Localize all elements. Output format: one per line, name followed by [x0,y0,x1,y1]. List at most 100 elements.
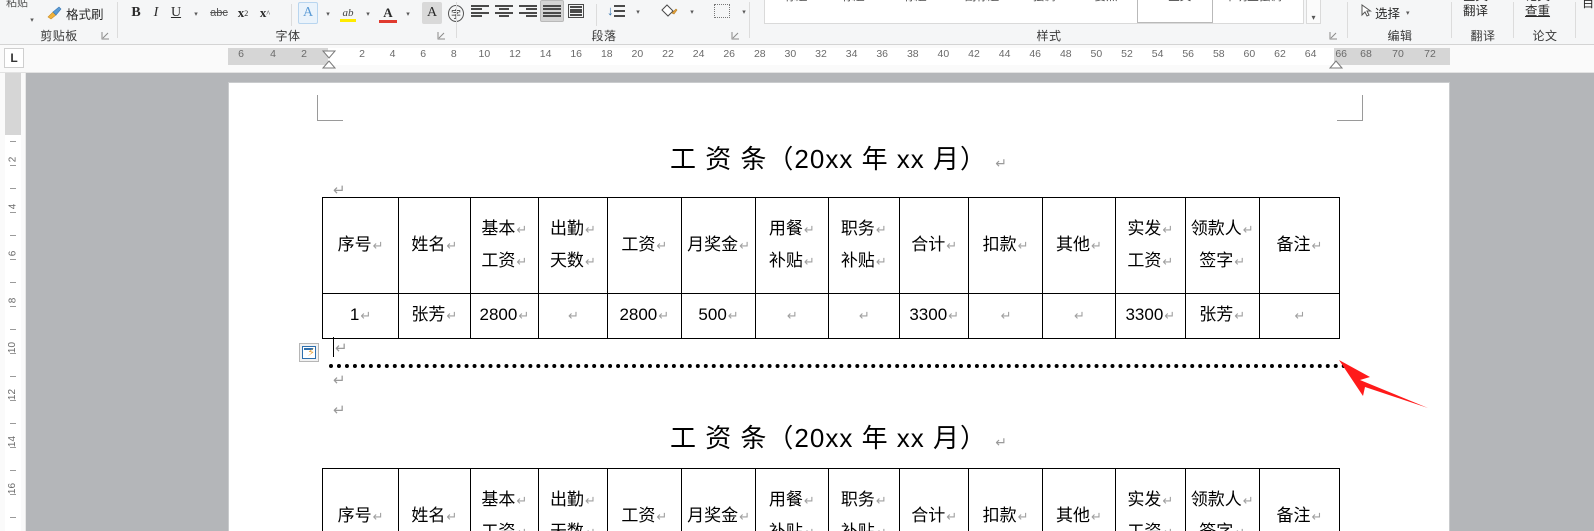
underline-dropdown-caret[interactable]: ▾ [186,2,206,24]
header-cell-8[interactable]: 合计↵ [898,197,970,294]
document-canvas[interactable]: 工 资 条（20xx 年 xx 月） ↵ ↵ 序号↵ 姓名↵ 基本↵ 工资↵ 出勤↵ 天数… [26,73,1594,531]
format-painter-button[interactable]: 格式刷 [44,2,107,24]
header-cell-13[interactable]: 备注↵ [1258,197,1341,294]
cell-mark: ↵ [739,509,751,525]
line-spacing-button[interactable]: ↓ [604,0,628,22]
align-right-button[interactable] [516,0,540,22]
highlight-dropdown-caret[interactable]: ▾ [358,2,378,24]
data-cell-0-8[interactable]: 3300↵ [898,293,970,339]
header-cell-5[interactable]: 月奖金↵ [680,468,757,531]
header-cell-5[interactable]: 月奖金↵ [680,197,757,294]
select-button[interactable]: 选择 ▾ [1358,1,1416,23]
data-cell-0-7[interactable]: ↵ [827,293,900,339]
hanging-indent-marker[interactable] [321,58,337,72]
right-indent-marker[interactable] [1328,58,1344,72]
header-cell-6[interactable]: 用餐↵ 补贴↵ [755,468,829,531]
plagiarism-check-button[interactable]: 论文 查重 [1522,0,1553,19]
highlight-color-button[interactable]: ab [338,2,358,24]
font-color-button[interactable]: A [378,2,398,24]
cell-line: 张芳↵ [411,305,458,324]
align-left-button[interactable] [468,0,492,22]
style-item-7[interactable]: 不明显强调 [1213,0,1293,23]
baidu-button[interactable]: 百 [1578,0,1594,14]
clear-formatting-button[interactable]: A [422,2,442,24]
paragraph-dialog-launcher[interactable] [730,31,740,41]
header-cell-0[interactable]: 序号↵ [321,468,400,531]
data-cell-0-6[interactable]: ↵ [755,293,829,339]
salary-table-2[interactable]: 序号↵ 姓名↵ 基本↵ 工资↵ 出勤↵ 天数↵ 工资↵ 月奖金↵ 用餐↵ 补贴↵ 职务↵ 补贴↵ 合计↵… [321,468,1341,531]
header-cell-3[interactable]: 出勤↵ 天数↵ [538,197,608,294]
header-cell-11[interactable]: 实发↵ 工资↵ [1115,197,1186,294]
style-item-1[interactable]: 标题 1 [827,0,889,23]
data-cell-0-4[interactable]: 2800↵ [606,293,682,339]
header-cell-11[interactable]: 实发↵ 工资↵ [1115,468,1186,531]
font-color-dropdown-caret[interactable]: ▾ [398,2,418,24]
bold-button[interactable]: B [126,2,146,24]
align-center-button[interactable] [492,0,516,22]
header-cell-4[interactable]: 工资↵ [606,197,682,294]
text-effects-dropdown-caret[interactable]: ▾ [318,2,338,24]
header-cell-12[interactable]: 领款人↵ 签字↵ [1184,197,1260,294]
header-cell-7[interactable]: 职务↵ 补贴↵ [827,197,900,294]
data-cell-0-13[interactable]: ↵ [1258,293,1341,339]
data-cell-0-5[interactable]: 500↵ [680,293,757,339]
styles-dialog-launcher[interactable] [1328,31,1338,41]
style-item-4[interactable]: 强调 [1013,0,1075,23]
header-cell-1[interactable]: 姓名↵ [398,468,471,531]
header-cell-10[interactable]: 其他↵ [1041,197,1117,294]
header-cell-13[interactable]: 备注↵ [1258,468,1341,531]
tab-stop-selector[interactable]: L [4,48,24,68]
italic-button[interactable]: I [146,2,166,24]
document-page[interactable]: 工 资 条（20xx 年 xx 月） ↵ ↵ 序号↵ 姓名↵ 基本↵ 工资↵ 出勤↵ 天数… [228,82,1450,531]
styles-gallery[interactable]: 标题 标题 1 标题 2 副标题 强调 要点 ↵ 正文 不明显强调 [764,0,1304,24]
style-item-6-selected[interactable]: ↵ 正文 [1137,0,1213,23]
header-cell-6[interactable]: 用餐↵ 补贴↵ [755,197,829,294]
data-cell-0-1[interactable]: 张芳↵ [398,293,471,339]
data-cell-0-2[interactable]: 2800↵ [469,293,540,339]
clipboard-dialog-launcher[interactable] [100,31,110,41]
header-cell-10[interactable]: 其他↵ [1041,468,1117,531]
header-cell-2[interactable]: 基本↵ 工资↵ [469,197,540,294]
header-cell-1[interactable]: 姓名↵ [398,197,471,294]
header-cell-12[interactable]: 领款人↵ 签字↵ [1184,468,1260,531]
header-cell-8[interactable]: 合计↵ [898,468,970,531]
header-cell-2[interactable]: 基本↵ 工资↵ [469,468,540,531]
data-cell-0-12[interactable]: 张芳↵ [1184,293,1260,339]
subscript-button[interactable]: x2 [232,2,254,24]
data-cell-0-9[interactable]: ↵ [968,293,1043,339]
full-text-translate-button[interactable]: 全文 翻译 [1460,0,1491,19]
superscript-button[interactable]: x ^ [254,2,276,24]
style-item-2[interactable]: 标题 2 [889,0,951,23]
header-cell-9[interactable]: 扣款↵ [968,197,1043,294]
shading-button[interactable] [656,0,682,22]
header-cell-3[interactable]: 出勤↵ 天数↵ [538,468,608,531]
text-effects-button[interactable]: A [298,2,318,24]
data-cell-0-10[interactable]: ↵ [1041,293,1117,339]
styles-gallery-more-button[interactable]: ▾ [1306,0,1321,24]
align-justify-button[interactable] [540,0,564,22]
shading-dropdown-caret[interactable]: ▾ [682,0,702,22]
distribute-button[interactable] [564,0,588,22]
header-cell-7[interactable]: 职务↵ 补贴↵ [827,468,900,531]
header-cell-9[interactable]: 扣款↵ [968,468,1043,531]
style-item-0[interactable]: 标题 [765,0,827,23]
autocorrect-options-button[interactable]: ⚡ [299,343,319,362]
vertical-ruler[interactable]: 2 4 6 8 10 12 14 16 [0,73,26,531]
font-dialog-launcher[interactable] [436,31,446,41]
header-cell-4[interactable]: 工资↵ [606,468,682,531]
line-spacing-dropdown-caret[interactable]: ▾ [628,0,648,22]
style-item-3[interactable]: 副标题 [951,0,1013,23]
strikethrough-button[interactable]: abc [206,2,232,24]
data-cell-0-3[interactable]: ↵ [538,293,608,339]
style-item-5[interactable]: 要点 [1075,0,1137,23]
salary-table-1[interactable]: 序号↵ 姓名↵ 基本↵ 工资↵ 出勤↵ 天数↵ 工资↵ 月奖金↵ 用餐↵ 补贴↵ 职务↵ 补贴↵ 合计↵… [321,197,1341,339]
header-cell-0[interactable]: 序号↵ [321,197,400,294]
cell-line: 合计↵ [911,505,958,525]
data-cell-0-0[interactable]: 1↵ [321,293,400,339]
data-cell-0-11[interactable]: 3300↵ [1115,293,1186,339]
borders-button[interactable] [710,0,734,22]
font-group-label: 字体 [275,29,301,43]
underline-button[interactable]: U [166,2,186,24]
horizontal-ruler[interactable]: 6 4 2 2 4 6 8 10 12 14 16 18 20 22 24 26 28 30 32 34 36 38… [0,45,1594,73]
cell-mark: ↵ [946,509,958,525]
